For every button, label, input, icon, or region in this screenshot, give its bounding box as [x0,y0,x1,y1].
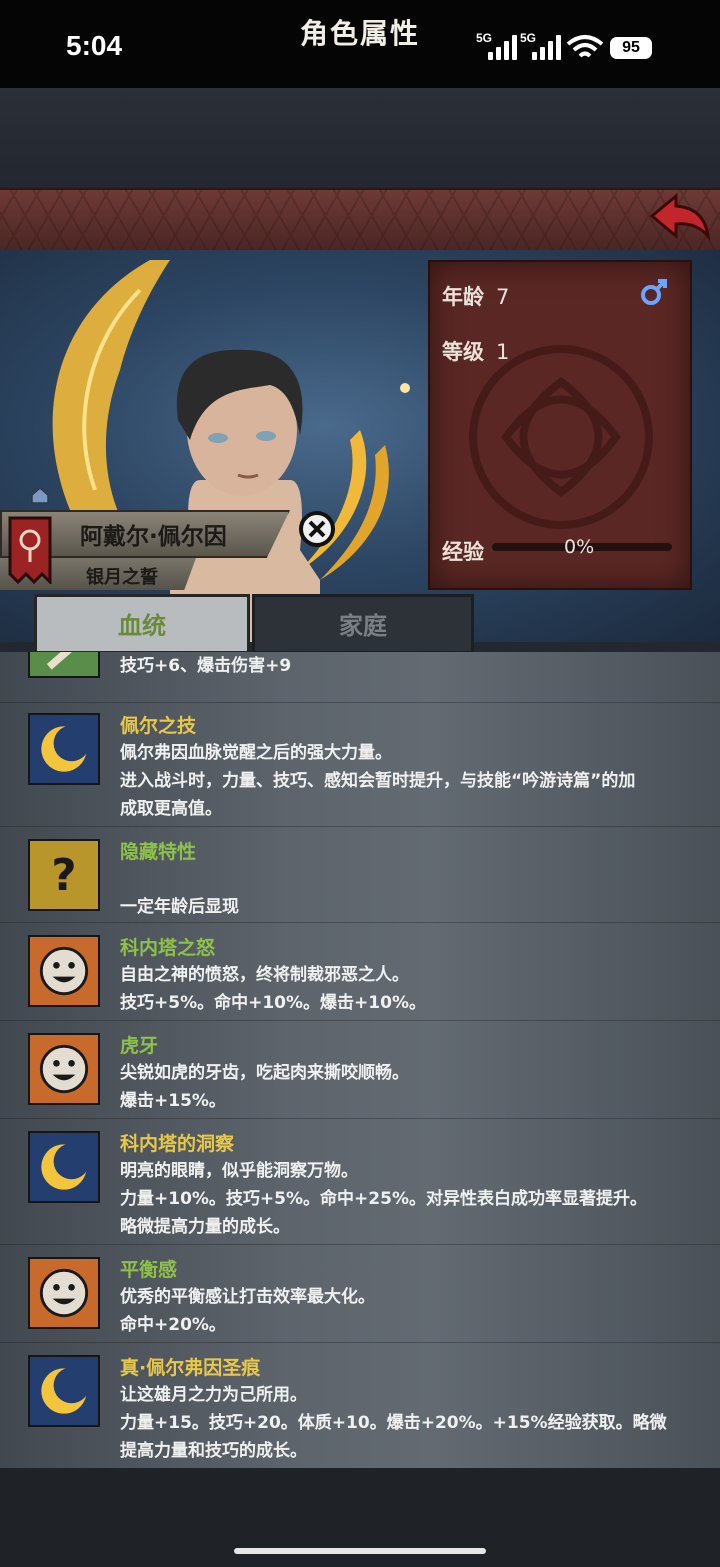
character-title: 银月之誓 [86,567,158,588]
trait-name: 科内塔的洞察 [120,1133,235,1155]
crescent-moon-icon[interactable] [28,713,100,785]
list-item: 平衡感 优秀的平衡感让打击效率最大化。 命中+20%。 [0,1244,720,1341]
age-stat: 年龄 7 [442,285,510,309]
trait-description: 优秀的平衡感让打击效率最大化。 命中+20%。 [120,1287,375,1335]
house-icon [31,487,49,504]
svg-text:?: ? [51,851,76,901]
family-banner-icon [8,516,52,584]
list-item: 技巧+6、爆击伤害+9 [0,652,720,700]
trait-description: 技巧+6、爆击伤害+9 [120,656,292,676]
back-arrow-icon[interactable] [646,192,712,242]
smiley-face-icon[interactable] [28,935,100,1007]
trait-description: 佩尔弗因血脉觉醒之后的强大力量。 进入战斗时，力量、技巧、感知会暂时提升，与技能… [120,743,636,819]
trait-name: 平衡感 [120,1259,178,1281]
list-item: 真·佩尔弗因圣痕 让这雄月之力为己所用。 力量+15。技巧+20。体质+10。爆… [0,1342,720,1468]
trait-name: 科内塔之怒 [120,937,216,959]
list-item: ? 隐藏特性 一定年龄后显现 [0,826,720,921]
exp-label: 经验 [442,540,484,564]
trait-name: 虎牙 [120,1035,159,1057]
list-item: 科内塔之怒 自由之神的愤怒，终将制裁邪恶之人。 技巧+5%。命中+10%。爆击+… [0,922,720,1019]
age-value: 7 [496,285,510,309]
trait-list[interactable]: 技巧+6、爆击伤害+9 佩尔之技 佩尔弗因血脉觉醒之后的强大力量。 进入战斗时，… [0,652,720,1468]
smiley-face-icon[interactable] [28,1257,100,1329]
home-indicator[interactable] [234,1548,486,1554]
trait-name: 佩尔之技 [120,715,197,737]
bone-icon[interactable] [28,652,100,678]
question-mark-icon[interactable]: ? [28,839,100,911]
level-value: 1 [496,340,510,364]
trait-description: 让这雄月之力为己所用。 力量+15。技巧+20。体质+10。爆击+20%。+15… [120,1385,667,1461]
level-stat: 等级 1 [442,340,510,364]
trait-description: 自由之神的愤怒，终将制裁邪恶之人。 技巧+5%。命中+10%。爆击+10%。 [120,965,426,1013]
list-item: 佩尔之技 佩尔弗因血脉觉醒之后的强大力量。 进入战斗时，力量、技巧、感知会暂时提… [0,702,720,825]
trait-description: 明亮的眼睛，似乎能洞察万物。 力量+10%。技巧+5%。命中+25%。对异性表白… [120,1161,647,1237]
top-band [0,88,720,188]
trait-name: 真·佩尔弗因圣痕 [120,1357,261,1379]
trait-description: 尖锐如虎的牙齿，吃起肉来撕咬顺畅。 爆击+15%。 [120,1063,409,1111]
title-bar [0,188,720,252]
male-gender-icon [641,279,667,305]
character-name: 阿戴尔·佩尔因 [80,524,227,550]
crescent-moon-icon[interactable] [28,1131,100,1203]
tab-family[interactable]: 家庭 [252,594,474,654]
close-icon[interactable] [298,510,336,548]
trait-name: 隐藏特性 [120,841,197,863]
list-item: 虎牙 尖锐如虎的牙齿，吃起肉来撕咬顺畅。 爆击+15%。 [0,1020,720,1117]
trait-description: 一定年龄后显现 [120,897,239,917]
page-title: 角色属性 [299,17,420,50]
celtic-knot-decoration [469,345,653,529]
exp-percent: 0% [564,536,595,558]
tab-lineage[interactable]: 血统 [34,594,250,651]
crescent-moon-icon[interactable] [28,1355,100,1427]
smiley-face-icon[interactable] [28,1033,100,1105]
list-item: 科内塔的洞察 明亮的眼睛，似乎能洞察万物。 力量+10%。技巧+5%。命中+25… [0,1118,720,1243]
